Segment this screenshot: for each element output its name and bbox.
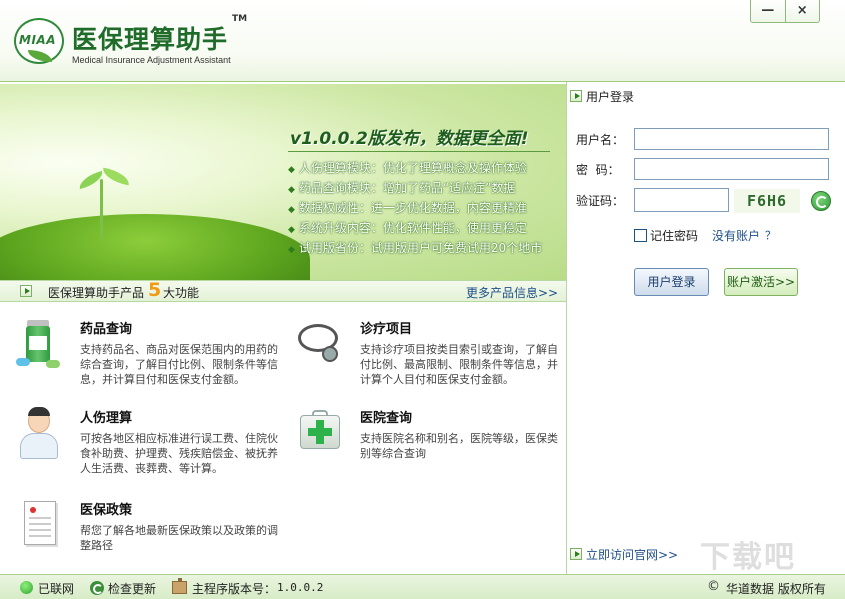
remember-label: 记住密码 (650, 229, 699, 243)
refresh-captcha-icon[interactable] (811, 191, 831, 211)
banner-item: ◆ 系统升级内容：优化软件性能，使用更稳定 (288, 219, 542, 239)
banner-headline: v1.0.0.2版发布，数据更全面! (290, 129, 529, 149)
doctor-icon (14, 407, 66, 463)
app-header: MIAA 医保理算助手 TM Medical Insurance Adjustm… (0, 0, 845, 82)
captcha-input[interactable] (634, 188, 729, 212)
release-banner: v1.0.0.2版发布，数据更全面! ◆ 人伤理算模块：优化了理算概念及操作体验 … (0, 84, 566, 280)
visit-website-link[interactable]: 立即访问官网>> (586, 546, 678, 563)
grass-image (0, 214, 310, 280)
feature-desc: 支持药品名、商品对医保范围内的用药的综合查询，了解目付比例、限制条件等信息，并计… (80, 343, 278, 386)
window-controls: — × (750, 0, 820, 23)
banner-item: ◆ 数据权威性：进一步优化数据，内容更精准 (288, 199, 542, 219)
banner-divider (288, 151, 550, 152)
feature-desc: 可按各地区相应标准进行误工费、住院伙食补助费、护理费、残疾赔偿金、被抚养人生活费… (80, 432, 278, 475)
password-label: 密 码： (576, 163, 620, 177)
play-arrow-icon (20, 285, 32, 297)
app-subtitle: Medical Insurance Adjustment Assistant (72, 55, 231, 65)
sprout-leaf-right (101, 167, 131, 186)
no-account-link[interactable]: 没有账户 (712, 227, 760, 244)
feature-treatment-items[interactable]: 诊疗项目 支持诊疗项目按类目索引或查询，了解自付比例、最高限制、限制条件等信息，… (294, 318, 564, 398)
diamond-bullet-icon: ◆ (288, 225, 295, 235)
login-heading: 用户登录 (586, 90, 635, 104)
feature-desc: 支持诊疗项目按类目索引或查询，了解自付比例、最高限制、限制条件等信息，并计算个人… (360, 343, 558, 386)
remember-checkbox[interactable] (634, 229, 647, 242)
play-arrow-icon (570, 90, 582, 102)
copyright-icon: © (707, 579, 720, 594)
medicine-bottle-icon (14, 318, 66, 374)
feature-title: 医院查询 (360, 411, 413, 426)
feature-drug-query[interactable]: 药品查询 支持药品名、商品对医保范围内的用药的综合查询，了解目付比例、限制条件等… (14, 318, 284, 398)
feature-hospital-query[interactable]: 医院查询 支持医院名称和别名，医院等级，医保类别等综合查询 (294, 407, 564, 487)
help-question-icon[interactable]: ？ (765, 227, 776, 243)
banner-item-text: 数据权威性：进一步优化数据，内容更精准 (298, 201, 527, 215)
banner-item: ◆ 药品查询模块：增加了药品“适应症”数据 (288, 179, 542, 199)
app-title: 医保理算助手 (72, 25, 229, 54)
activate-account-button[interactable]: 账户激活>> (724, 268, 798, 296)
status-bar: 已联网 检查更新 主程序版本号： 1.0.0.2 © 华道数据 版权所有 (0, 574, 845, 599)
products-count: 5 (148, 279, 162, 301)
first-aid-kit-icon (294, 407, 346, 463)
feature-title: 医保政策 (80, 503, 133, 518)
feature-desc: 支持医院名称和别名，医院等级，医保类别等综合查询 (360, 432, 558, 460)
username-input[interactable] (634, 128, 829, 150)
policy-document-icon (14, 499, 66, 555)
stethoscope-icon (294, 318, 346, 374)
feature-insurance-policy[interactable]: 医保政策 帮您了解各地最新医保政策以及政策的调整路径 (14, 499, 284, 559)
diamond-bullet-icon: ◆ (288, 245, 295, 255)
miaa-logo: MIAA (14, 18, 66, 68)
diamond-bullet-icon: ◆ (288, 205, 295, 215)
captcha-label: 验证码： (576, 194, 625, 208)
more-products-link[interactable]: 更多产品信息>> (466, 284, 558, 301)
login-button[interactable]: 用户登录 (634, 268, 709, 296)
username-label: 用户名： (576, 133, 625, 147)
banner-item: ◆ 人伤理算模块：优化了理算概念及操作体验 (288, 159, 542, 179)
banner-item-text: 药品查询模块：增加了药品“适应症”数据 (298, 181, 516, 195)
feature-desc: 帮您了解各地最新医保政策以及政策的调整路径 (80, 524, 278, 552)
minimize-button[interactable]: — (751, 0, 785, 22)
banner-item-text: 人伤理算模块：优化了理算概念及操作体验 (298, 161, 527, 175)
update-icon[interactable] (90, 581, 104, 595)
play-arrow-icon (570, 548, 582, 560)
trademark: TM (232, 14, 248, 24)
logo-text: MIAA (19, 33, 56, 47)
feature-injury-calc[interactable]: 人伤理算 可按各地区相应标准进行误工费、住院伙食补助费、护理费、残疾赔偿金、被抚… (14, 407, 284, 487)
close-button[interactable]: × (784, 0, 820, 22)
products-header: 医保理算助手产品 5 大功能 更多产品信息>> (0, 279, 566, 302)
sprout-image (100, 179, 103, 239)
network-status: 已联网 (38, 582, 75, 596)
products-title: 医保理算助手产品 (48, 286, 145, 300)
remember-password[interactable]: 记住密码 (634, 227, 698, 244)
products-suffix: 大功能 (163, 286, 200, 300)
version-icon (172, 578, 187, 594)
diamond-bullet-icon: ◆ (288, 165, 295, 175)
version-number: 1.0.0.2 (277, 581, 324, 594)
banner-item-text: 试用版省份：试用版用户可免费试用20个地市 (298, 241, 543, 255)
feature-title: 人伤理算 (80, 411, 133, 426)
banner-feature-list: ◆ 人伤理算模块：优化了理算概念及操作体验 ◆ 药品查询模块：增加了药品“适应症”数… (288, 159, 542, 259)
feature-title: 诊疗项目 (360, 322, 413, 337)
copyright-text: 华道数据 版权所有 (726, 582, 826, 596)
banner-item-text: 系统升级内容：优化软件性能，使用更稳定 (298, 221, 527, 235)
captcha-image: F6H6 (734, 189, 800, 213)
banner-item: ◆ 试用版省份：试用版用户可免费试用20个地市 (288, 239, 542, 259)
feature-title: 药品查询 (80, 322, 133, 337)
check-update-button[interactable]: 检查更新 (108, 580, 156, 597)
version-label: 主程序版本号： (192, 582, 277, 596)
diamond-bullet-icon: ◆ (288, 185, 295, 195)
online-status-icon (20, 581, 33, 594)
password-input[interactable] (634, 158, 829, 180)
